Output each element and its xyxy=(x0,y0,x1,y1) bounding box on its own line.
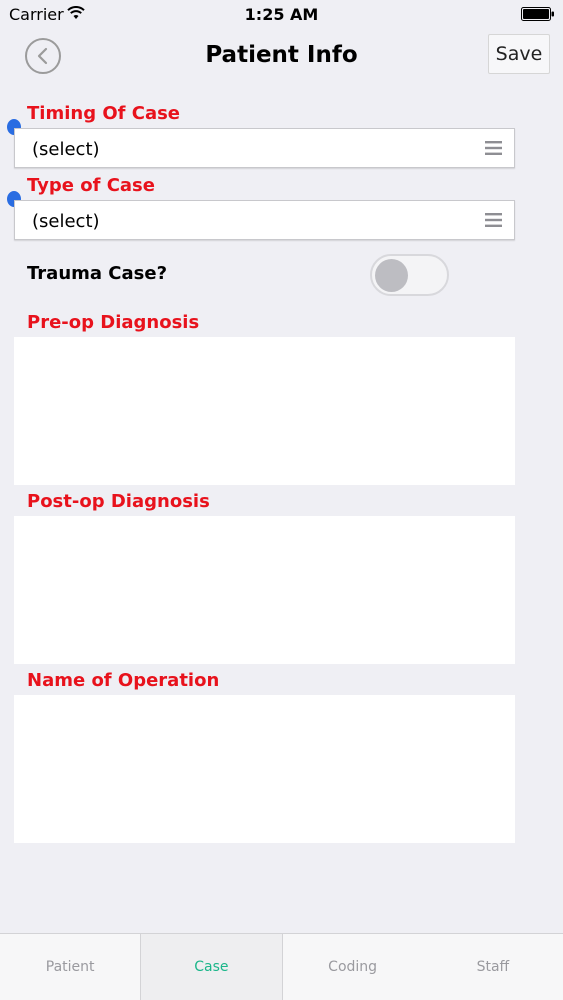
trauma-case-toggle[interactable] xyxy=(370,254,449,296)
battery-icon xyxy=(521,7,554,21)
status-time: 1:25 AM xyxy=(244,5,319,24)
pre-op-diagnosis-label: Pre-op Diagnosis xyxy=(27,312,200,333)
timing-of-case-select[interactable]: (select) xyxy=(14,128,515,168)
post-op-diagnosis-label: Post-op Diagnosis xyxy=(27,491,210,512)
tab-patient[interactable]: Patient xyxy=(0,934,140,1000)
timing-of-case-label: Timing Of Case xyxy=(27,103,181,124)
save-button[interactable]: Save xyxy=(488,34,550,74)
navigation-bar: Patient Info Save xyxy=(0,28,563,84)
toggle-knob xyxy=(375,259,408,292)
type-of-case-label: Type of Case xyxy=(27,175,155,196)
tab-case[interactable]: Case xyxy=(140,934,283,1000)
tab-coding[interactable]: Coding xyxy=(283,934,423,1000)
pre-op-diagnosis-input[interactable] xyxy=(14,337,515,485)
page-title: Patient Info xyxy=(205,42,358,68)
trauma-case-label: Trauma Case? xyxy=(27,263,168,284)
post-op-diagnosis-input[interactable] xyxy=(14,516,515,664)
name-of-operation-label: Name of Operation xyxy=(27,670,220,691)
status-bar: Carrier 1:25 AM xyxy=(0,0,563,28)
menu-lines-icon xyxy=(485,213,502,227)
type-of-case-value: (select) xyxy=(32,211,100,232)
menu-lines-icon xyxy=(485,141,502,155)
type-of-case-select[interactable]: (select) xyxy=(14,200,515,240)
tab-staff[interactable]: Staff xyxy=(423,934,563,1000)
tab-bar: Patient Case Coding Staff xyxy=(0,933,563,1000)
name-of-operation-input[interactable] xyxy=(14,695,515,843)
timing-of-case-value: (select) xyxy=(32,139,100,160)
